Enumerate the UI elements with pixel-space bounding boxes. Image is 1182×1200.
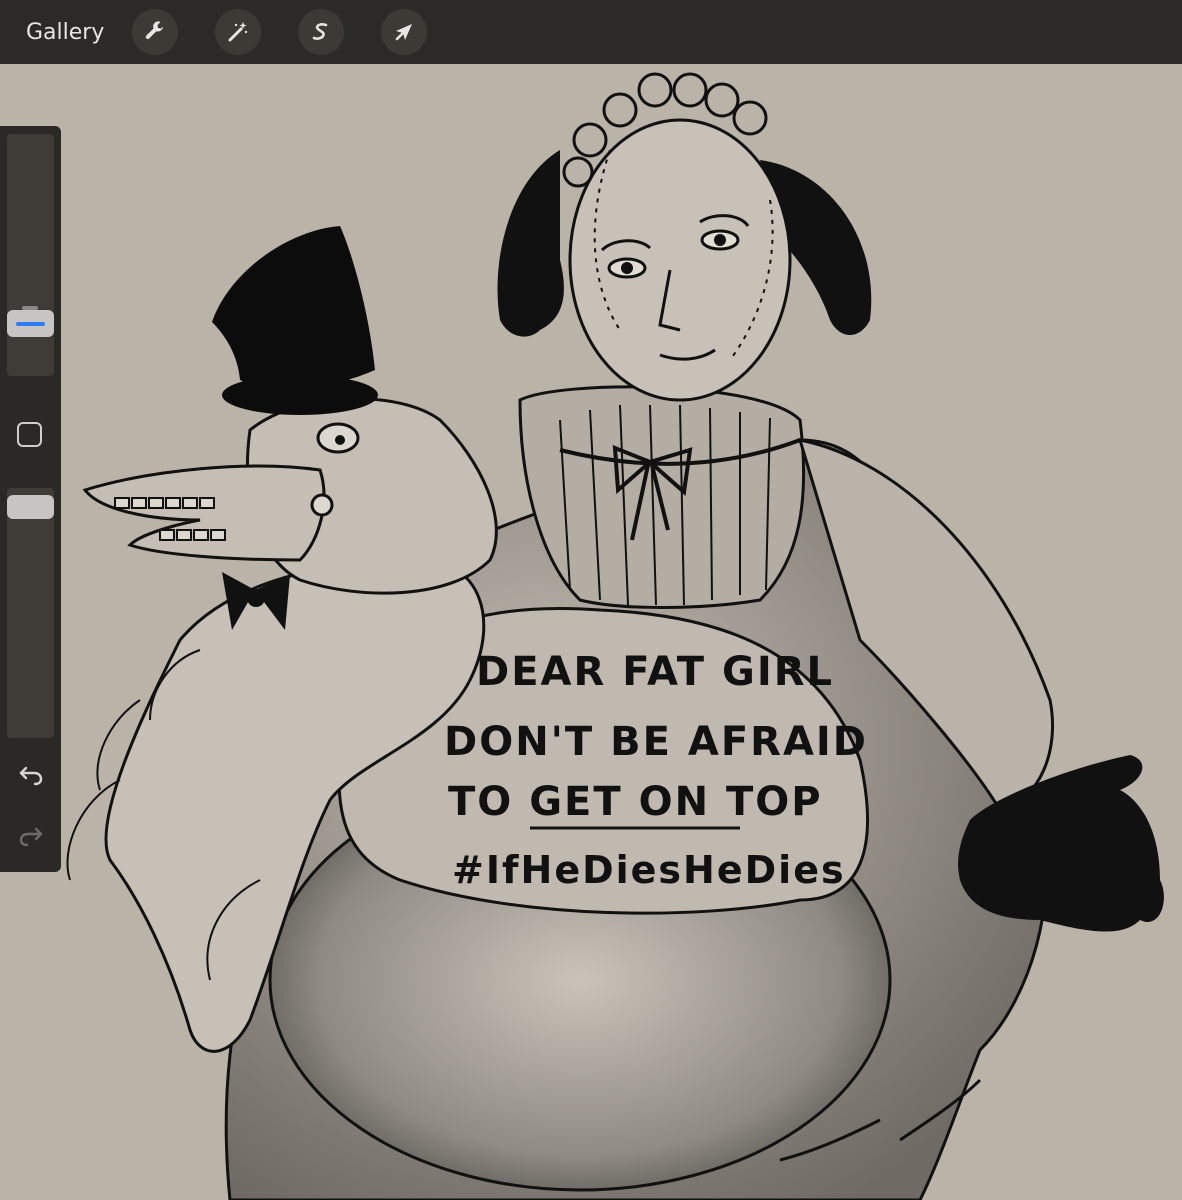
selection-s-icon <box>313 23 328 40</box>
undo-icon <box>19 766 43 786</box>
transform-button[interactable] <box>381 9 428 55</box>
shirt-text-line-4: #IfHeDiesHeDies <box>452 848 846 892</box>
brush-opacity-slider[interactable] <box>7 488 54 738</box>
redo-button[interactable] <box>16 823 46 849</box>
selection-button[interactable] <box>298 9 345 55</box>
brush-opacity-thumb[interactable] <box>7 495 54 519</box>
redo-icon <box>19 827 43 847</box>
gallery-button[interactable]: Gallery <box>26 20 104 45</box>
adjustments-button[interactable] <box>215 9 262 55</box>
actions-button[interactable] <box>132 9 179 55</box>
shirt-text-line-3: TO GET ON TOP <box>448 779 823 825</box>
modify-button[interactable] <box>17 422 42 447</box>
drawing-canvas[interactable]: DEAR FAT GIRL DON'T BE AFRAID TO GET ON … <box>0 64 1182 1200</box>
shirt-text-line-2: DON'T BE AFRAID <box>444 719 868 765</box>
brush-size-thumb[interactable] <box>7 306 54 337</box>
brush-sidebar <box>0 126 61 872</box>
wrench-icon <box>146 21 165 39</box>
artwork-illustration: DEAR FAT GIRL DON'T BE AFRAID TO GET ON … <box>66 72 1164 1200</box>
undo-button[interactable] <box>16 762 46 788</box>
shirt-text-line-1: DEAR FAT GIRL <box>476 649 834 695</box>
arrow-cursor-icon <box>396 24 413 41</box>
brush-size-slider[interactable] <box>7 134 54 376</box>
magic-wand-icon <box>228 22 248 42</box>
top-toolbar: Gallery <box>0 0 1182 64</box>
